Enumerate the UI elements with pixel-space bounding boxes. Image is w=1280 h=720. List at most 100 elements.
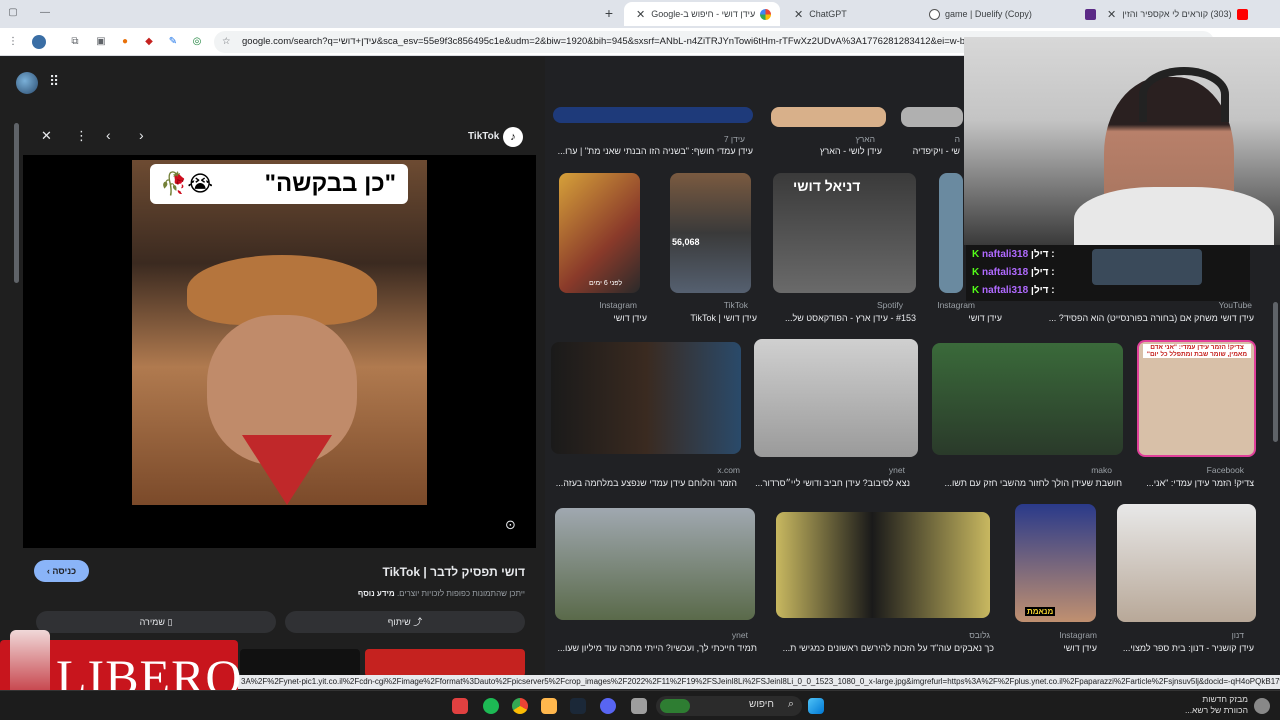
result-image[interactable] — [754, 339, 918, 457]
result-image[interactable]: מנאמת — [1015, 504, 1096, 622]
new-tab-icon[interactable]: + — [602, 6, 616, 20]
steam-icon[interactable] — [570, 698, 586, 714]
photos-app-icon[interactable] — [452, 698, 468, 714]
tab-duelify[interactable]: game | Duelify (Copy) — [918, 2, 1068, 26]
panel-scrollbar[interactable] — [14, 123, 19, 283]
results-scrollbar[interactable] — [1273, 302, 1278, 442]
extension-2-icon[interactable]: ◆ — [142, 35, 156, 49]
result-image[interactable] — [1117, 504, 1256, 622]
source-name[interactable]: TikTok — [468, 131, 499, 142]
result-image[interactable]: צדיק! הזמר עידן עמדי: "אני אדם מאמין, שו… — [1137, 340, 1256, 457]
save-button[interactable]: שמירה ▯ — [36, 611, 276, 633]
tab-chatgpt[interactable]: ✕ ChatGPT — [782, 2, 914, 26]
result-image[interactable] — [939, 173, 963, 293]
result-title[interactable]: עידן עמדי חושף: "בשניה הזו הבנתי שאני מת… — [558, 146, 753, 156]
tab-youtube[interactable]: ✕ (303) קוראים לי אקספיר והזין — [1074, 2, 1250, 26]
chrome-icon[interactable] — [512, 698, 528, 714]
result-image[interactable] — [555, 508, 755, 620]
discord-icon[interactable] — [600, 698, 616, 714]
result-title[interactable]: שי - ויקיפדיה — [913, 146, 960, 156]
more-info-link[interactable]: מידע נוסף — [358, 589, 395, 598]
result-image[interactable]: 56,068 — [670, 173, 751, 293]
result-title[interactable]: עידן דושי משחק אם (בחורה בפורנסייט) הוא … — [1049, 313, 1254, 323]
window-menu-icon[interactable]: ▢ — [6, 6, 20, 20]
extension-puzzle-icon[interactable]: ⧉ — [68, 35, 82, 49]
menu-dots-icon[interactable]: ⋮ — [6, 35, 20, 49]
crying-emoji-icon: 😭🥀 — [160, 171, 214, 196]
news-avatar-icon[interactable] — [1254, 698, 1270, 714]
result-title[interactable]: #153 - עידן ארץ - הפודקאסט של... — [785, 313, 916, 323]
preview-image-frame[interactable]: "כן בבקשה" 😭🥀 ⊙ — [23, 155, 536, 548]
extension-3-icon[interactable]: ✎ — [166, 35, 180, 49]
result-title[interactable]: עידן דושי — [968, 313, 1002, 323]
picture-in-picture-icon[interactable]: ▣ — [94, 35, 108, 49]
result-title[interactable]: נצא לסיבוב? עידן חביב ודושי ליי״סרדור... — [755, 478, 910, 488]
chat-thumbnail — [1092, 249, 1202, 285]
apps-grid-icon[interactable]: ⠿ — [49, 73, 59, 90]
result-image[interactable]: לפני 6 ימים — [559, 173, 640, 293]
next-icon[interactable]: › — [139, 127, 144, 143]
result-image[interactable] — [932, 343, 1123, 455]
result-image[interactable] — [901, 107, 963, 127]
related-thumb-1[interactable] — [240, 649, 360, 677]
spotify-icon[interactable] — [483, 698, 499, 714]
twitch-favicon-icon — [1085, 8, 1096, 20]
app-icon[interactable] — [541, 698, 557, 714]
close-icon[interactable]: ✕ — [41, 128, 52, 144]
more-options-icon[interactable]: ⋮ — [75, 128, 88, 144]
result-title[interactable]: עידן קושניר - דנון: בית ספר למצוי... — [1123, 643, 1254, 653]
result-image[interactable] — [776, 512, 990, 618]
news-widget[interactable]: מבזק חדשות הכוורת של רשא... — [1170, 694, 1248, 718]
visit-button[interactable]: ‹ כניסה — [34, 560, 89, 582]
close-tab-icon[interactable]: ✕ — [1107, 8, 1116, 21]
result-title[interactable]: תמיד חייכתי לך, ועכשיו? הייתי מחכה עוד מ… — [557, 643, 757, 653]
chat-message: K naftali318 דילן : — [972, 249, 1055, 260]
copyright-notice: ייתכן שהתמונות כפופות לזכויות יוצרים. מי… — [357, 589, 525, 598]
share-button[interactable]: שיתוף ⤴ — [285, 611, 525, 633]
chat-message: K naftali318 דילן : — [972, 285, 1055, 296]
file-explorer-icon[interactable] — [631, 698, 647, 714]
lens-search-icon[interactable]: ⊙ — [505, 517, 516, 533]
bookmark-star-icon[interactable]: ☆ — [222, 31, 231, 53]
result-image[interactable]: דניאל דושי — [773, 173, 916, 293]
result-title[interactable]: חושבת שעידן הולך לחזור מהשבי חזק עם תשו.… — [944, 478, 1122, 488]
account-avatar[interactable] — [16, 72, 38, 94]
result-title[interactable]: עידן לושי - הארץ — [820, 146, 882, 156]
result-title[interactable]: עידן דושי | TikTok — [690, 313, 757, 323]
red-bandana — [242, 435, 332, 505]
duelify-favicon-icon — [929, 8, 940, 20]
bookmark-icon: ▯ — [167, 617, 173, 627]
result-title[interactable]: כך נאבקים עוה"ד על הזכות להירשם ראשונים … — [783, 643, 994, 653]
result-image[interactable] — [771, 107, 886, 127]
tiktok-logo-icon: ♪ — [503, 127, 523, 147]
streamer-shirt — [1074, 187, 1274, 245]
windows-start-icon[interactable] — [808, 698, 824, 714]
previous-icon[interactable]: ‹ — [106, 127, 111, 143]
taskbar: חיפוש ⌕ מבזק חדשות הכוורת של רשא... — [0, 690, 1280, 720]
image-preview-panel: ⠿ ✕ ⋮ ‹ › TikTok ♪ "כן בבקשה" 😭🥀 ⊙ ‹ כני… — [0, 57, 545, 690]
result-image[interactable] — [553, 107, 753, 123]
result-title[interactable]: הזמר והלוחם עידן עמדי שנפצע במלחמה בעזה.… — [556, 478, 737, 488]
result-title[interactable]: עידן דושי — [613, 313, 647, 323]
related-thumb-2[interactable] — [365, 649, 525, 677]
profile-icon[interactable] — [32, 35, 46, 49]
chat-message: K naftali318 דילן : — [972, 267, 1055, 278]
result-image[interactable] — [551, 342, 741, 454]
result-title[interactable]: עידן דושי — [1063, 643, 1097, 653]
status-url-bar: 3A%2F%2Fynet-pic1.yit.co.il%2Fcdn-cgi%2F… — [237, 675, 1280, 689]
preview-title[interactable]: דושי תפסיק לדבר | TikTok — [382, 565, 525, 579]
taskbar-search[interactable]: חיפוש ⌕ — [656, 696, 802, 716]
result-title[interactable]: צדיק! הזמר עידן עמדי: "אני... — [1146, 478, 1254, 488]
close-tab-icon[interactable]: ✕ — [636, 8, 645, 21]
tab-google-search[interactable]: ✕ עידן דושי - חיפוש ב-Google — [624, 2, 780, 26]
chat-overlay: K naftali318 דילן : K naftali318 דילן : … — [966, 245, 1250, 301]
extension-4-icon[interactable]: ◎ — [190, 35, 204, 49]
google-images-page: ⠿ ✕ ⋮ ‹ › TikTok ♪ "כן בבקשה" 😭🥀 ⊙ ‹ כני… — [0, 37, 1280, 690]
share-icon: ⤴ — [413, 617, 423, 627]
tab-strip: ▢ — + ✕ עידן דושי - חיפוש ב-Google ✕ Cha… — [0, 0, 1280, 28]
close-tab-icon[interactable]: ✕ — [794, 8, 803, 21]
preview-image: "כן בבקשה" 😭🥀 — [132, 160, 427, 505]
video-sticker: "כן בבקשה" 😭🥀 — [150, 164, 408, 204]
extension-1-icon[interactable]: ● — [118, 35, 132, 49]
minimize-icon[interactable]: — — [38, 6, 52, 20]
